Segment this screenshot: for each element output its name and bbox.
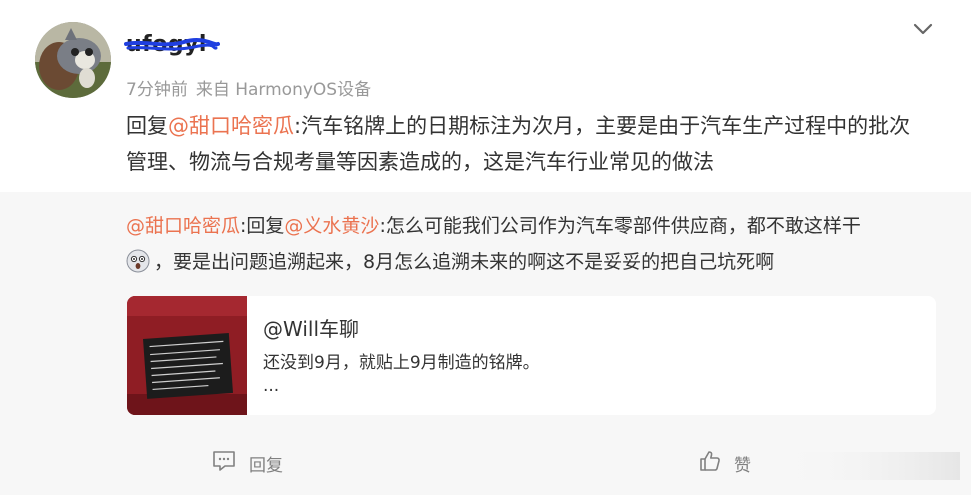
like-button-label: 赞 xyxy=(734,455,751,476)
quote-text-2: ，要是出问题追溯起来，8月怎么追溯未来的啊这不是妥妥的把自己坑死啊 xyxy=(154,251,775,273)
quoted-comment: @甜口哈密瓜:回复@义水黄沙:怎么可能我们公司作为汽车零部件供应商，都不敢这样干… xyxy=(126,208,946,280)
comment-card: ufogyl 7分钟前 来自 HarmonyOS设备 回复@甜口哈密瓜:汽车铭牌上… xyxy=(0,0,971,495)
reply-button[interactable]: 回复 xyxy=(211,448,283,478)
linked-post-thumbnail xyxy=(127,296,247,415)
thumbs-up-icon xyxy=(698,449,734,478)
like-button[interactable]: 赞 xyxy=(698,448,751,478)
reply-prefix: 回复 xyxy=(126,114,168,138)
quote-author-mention[interactable]: @甜口哈密瓜 xyxy=(126,215,240,237)
quote-target-mention[interactable]: @义水黄沙 xyxy=(284,215,379,237)
chevron-down-icon[interactable] xyxy=(910,16,936,42)
name-redaction-scribble xyxy=(124,38,220,51)
quote-reply-prefix: :回复 xyxy=(240,215,285,237)
avatar[interactable] xyxy=(35,22,111,98)
linked-post-author[interactable]: @Will车聊 xyxy=(263,313,359,342)
comment-icon xyxy=(211,449,249,478)
comment-main: ufogyl 7分钟前 来自 HarmonyOS设备 回复@甜口哈密瓜:汽车铭牌上… xyxy=(0,0,971,192)
quote-text-1: :怎么可能我们公司作为汽车零部件供应商，都不敢这样干 xyxy=(379,215,861,237)
shocked-emoji-icon xyxy=(126,249,150,273)
linked-post-text: 还没到9月，就贴上9月制造的铭牌。 xyxy=(263,353,540,373)
reply-text: 回复@甜口哈密瓜:汽车铭牌上的日期标注为次月，主要是由于汽车生产过程中的批次管理… xyxy=(126,108,926,180)
mention-link[interactable]: @甜口哈密瓜 xyxy=(168,114,294,138)
post-meta: 7分钟前 来自 HarmonyOS设备 xyxy=(126,75,371,100)
post-source: 来自 HarmonyOS设备 xyxy=(195,80,372,100)
post-time: 7分钟前 xyxy=(126,80,188,100)
linked-post-card[interactable]: @Will车聊 还没到9月，就贴上9月制造的铭牌。 ... xyxy=(127,296,936,415)
faded-text-overlay xyxy=(775,452,960,480)
reply-button-label: 回复 xyxy=(249,455,283,476)
linked-post-ellipsis: ... xyxy=(263,376,280,396)
